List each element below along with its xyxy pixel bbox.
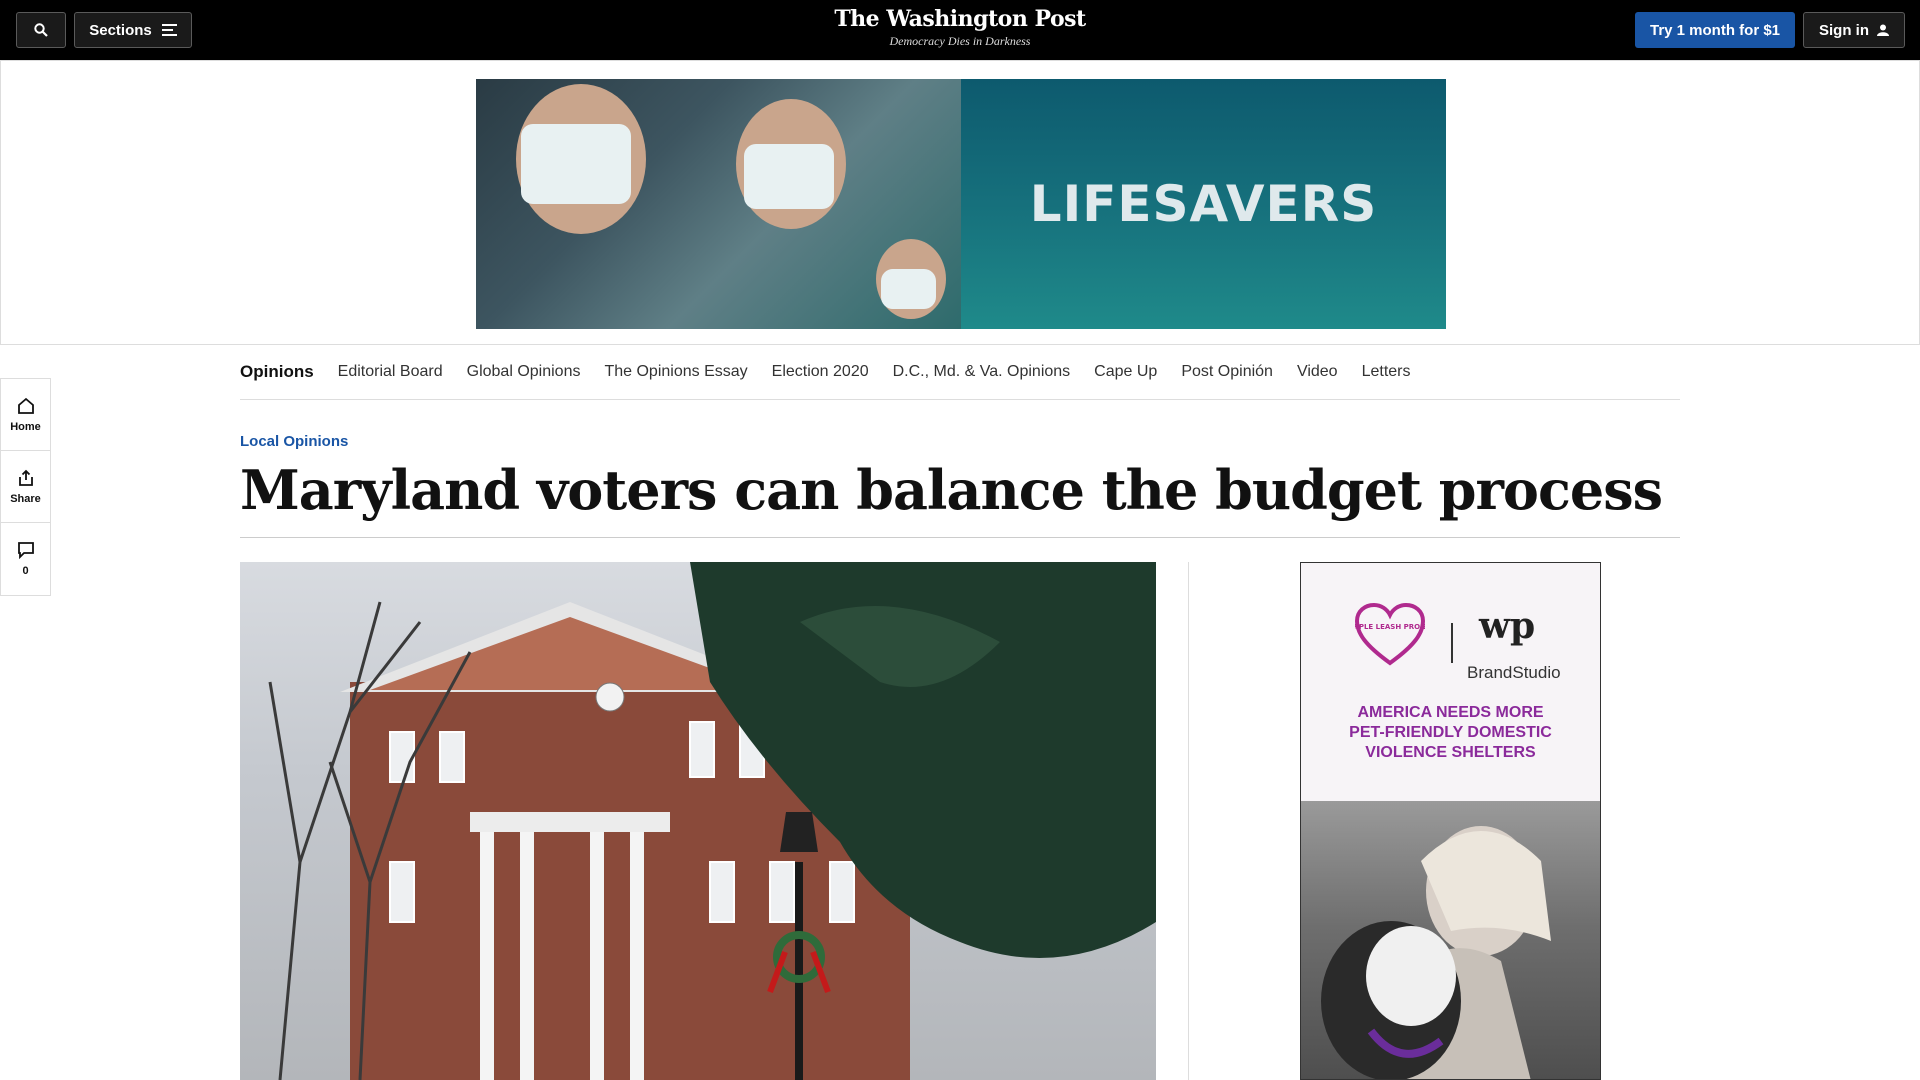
subscribe-button[interactable]: Try 1 month for $1 — [1635, 12, 1795, 48]
ad-photo — [476, 79, 961, 329]
tagline: Democracy Dies in Darkness — [889, 34, 1031, 48]
ad-copy-line-2: PET-FRIENDLY DOMESTIC — [1349, 724, 1552, 741]
nav-item-opinions-essay[interactable]: The Opinions Essay — [604, 363, 747, 381]
sections-button[interactable]: Sections — [74, 12, 192, 48]
ad-text-panel: LIFESAVERS — [961, 79, 1446, 329]
brand-logo-text: PURPLE LEASH PROJECT — [1355, 623, 1425, 631]
search-button[interactable] — [16, 12, 66, 48]
nav-item-editorial-board[interactable]: Editorial Board — [338, 363, 443, 381]
masthead[interactable]: The Washington Post Democracy Dies in Da… — [760, 6, 1160, 49]
headline-divider — [240, 537, 1680, 538]
share-button[interactable]: Share — [1, 451, 50, 523]
lifesavers-ad[interactable]: LIFESAVERS — [476, 79, 1446, 329]
side-ad-photo — [1301, 801, 1600, 1079]
comments-button[interactable]: 0 — [1, 523, 50, 595]
home-icon — [17, 397, 34, 414]
menu-icon — [161, 24, 177, 36]
sign-in-label: Sign in — [1819, 21, 1869, 39]
sections-label: Sections — [89, 21, 152, 39]
comment-icon — [17, 542, 34, 559]
article-image[interactable] — [240, 562, 1156, 1080]
brandstudio-label: BrandStudio — [1467, 663, 1561, 682]
user-icon — [1877, 24, 1889, 36]
search-icon — [34, 23, 48, 37]
ad-copy-line-3: VIOLENCE SHELTERS — [1365, 744, 1536, 761]
nav-item-letters[interactable]: Letters — [1362, 363, 1411, 381]
woman-and-dog-illustration — [1321, 826, 1551, 1079]
share-label: Share — [10, 492, 41, 505]
nav-item-opinions[interactable]: Opinions — [240, 362, 314, 382]
wapo-logo[interactable]: The Washington Post — [760, 6, 1160, 32]
share-icon — [18, 469, 33, 486]
home-button[interactable]: Home — [1, 379, 50, 451]
ad-copy-line-1: AMERICA NEEDS MORE — [1357, 704, 1544, 721]
column-divider — [1188, 562, 1189, 1080]
comments-count: 0 — [22, 565, 29, 577]
nav-item-election-2020[interactable]: Election 2020 — [772, 363, 869, 381]
article-kicker[interactable]: Local Opinions — [240, 433, 348, 450]
section-nav: Opinions Editorial Board Global Opinions… — [240, 345, 1680, 400]
wp-logo: wp — [1479, 605, 1536, 647]
brandstudio-ad[interactable]: PURPLE LEASH PROJECT wp BrandStudio AMER… — [1300, 562, 1601, 1080]
ad-logo-divider — [1451, 623, 1453, 663]
statehouse-illustration — [268, 562, 1156, 1080]
nav-item-post-opinion[interactable]: Post Opinión — [1181, 363, 1273, 381]
nav-item-global-opinions[interactable]: Global Opinions — [467, 363, 581, 381]
side-ad-header: PURPLE LEASH PROJECT wp BrandStudio AMER… — [1301, 563, 1600, 801]
home-label: Home — [10, 420, 41, 433]
top-bar: Sections The Washington Post Democracy D… — [0, 0, 1920, 60]
article-headline: Maryland voters can balance the budget p… — [240, 458, 1663, 522]
ad-container: LIFESAVERS — [0, 60, 1920, 345]
nav-item-dc-md-va-opinions[interactable]: D.C., Md. & Va. Opinions — [893, 363, 1071, 381]
nav-item-video[interactable]: Video — [1297, 363, 1338, 381]
ad-copy: AMERICA NEEDS MORE PET-FRIENDLY DOMESTIC… — [1301, 703, 1600, 763]
heart-logo-icon: PURPLE LEASH PROJECT — [1355, 603, 1425, 666]
nav-item-cape-up[interactable]: Cape Up — [1094, 363, 1157, 381]
ad-headline: LIFESAVERS — [1029, 175, 1378, 233]
sign-in-button[interactable]: Sign in — [1803, 12, 1905, 48]
share-rail: Home Share 0 — [0, 378, 51, 596]
